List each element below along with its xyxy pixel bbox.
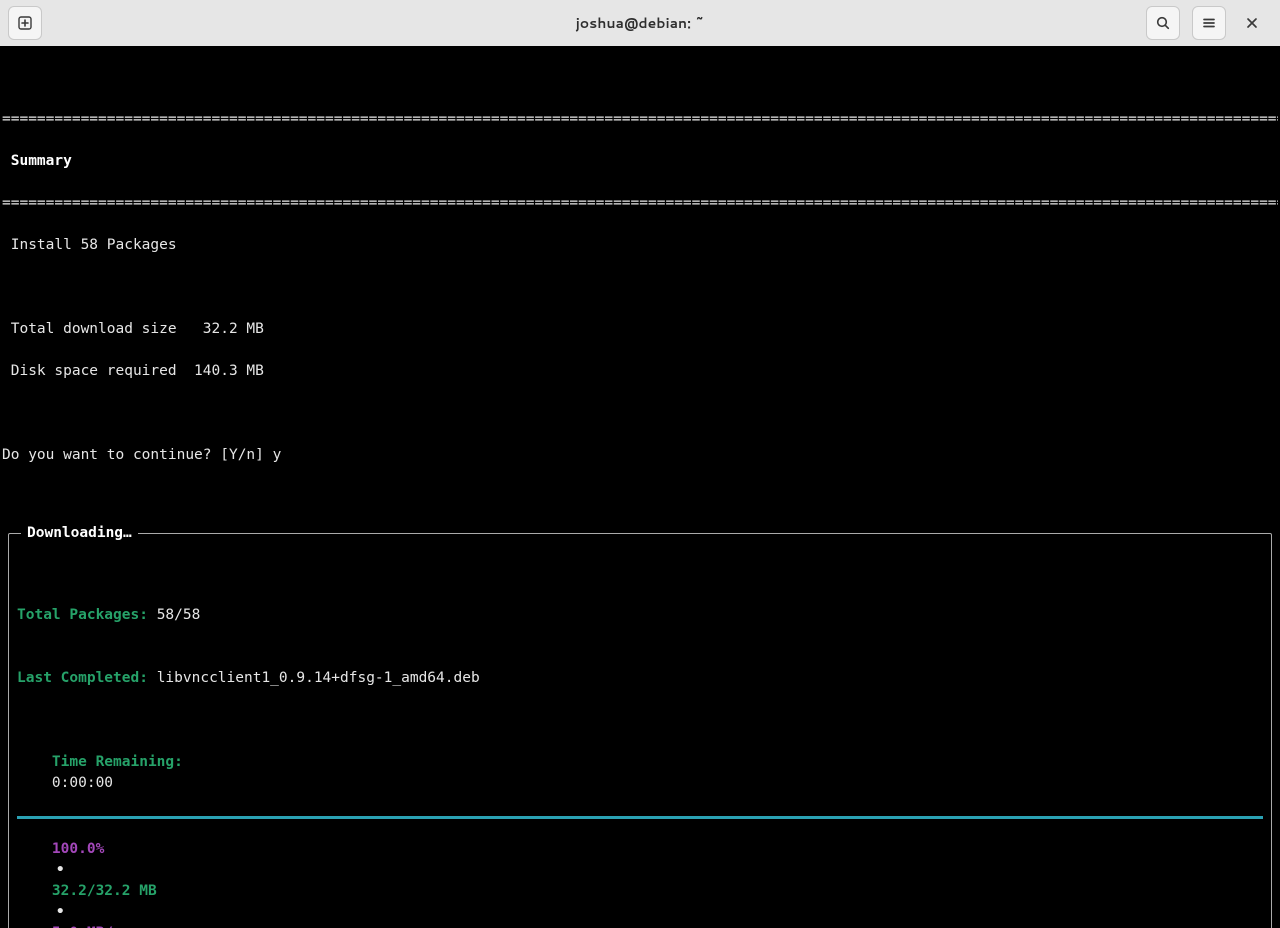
download-size: 32.2/32.2 MB: [52, 883, 157, 899]
new-tab-button[interactable]: [8, 6, 42, 40]
divider-line: ========================================…: [2, 193, 1278, 214]
window-titlebar: joshua@debian: ~: [0, 0, 1280, 46]
summary-heading: Summary: [2, 151, 1278, 172]
divider-line: ========================================…: [2, 109, 1278, 130]
menu-button[interactable]: [1192, 6, 1226, 40]
separator-dot: •: [52, 904, 69, 920]
hamburger-icon: [1201, 15, 1217, 31]
titlebar-right-group: [1146, 6, 1272, 40]
summary-disk-space: Disk space required 140.3 MB: [2, 361, 1278, 382]
blank-line: [2, 403, 1278, 424]
last-completed-line: Last Completed: libvncclient1_0.9.14+dfs…: [17, 668, 1263, 689]
blank-line: [2, 277, 1278, 298]
summary-install: Install 58 Packages: [2, 235, 1278, 256]
terminal-output[interactable]: ========================================…: [0, 46, 1280, 928]
search-icon: [1155, 15, 1171, 31]
summary-download-size: Total download size 32.2 MB: [2, 319, 1278, 340]
downloading-legend: Downloading…: [21, 523, 138, 544]
close-button[interactable]: [1238, 6, 1266, 40]
download-progress-line: Time Remaining: 0:00:00 100.0% • 32.2/32…: [17, 731, 1263, 928]
plus-icon: [17, 15, 33, 31]
separator-dot: •: [52, 862, 69, 878]
total-packages-label: Total Packages:: [17, 607, 148, 623]
close-icon: [1245, 16, 1259, 30]
time-remaining-value: 0:00:00: [52, 775, 113, 791]
confirm-prompt: Do you want to continue? [Y/n] y: [2, 445, 1278, 466]
last-completed-label: Last Completed:: [17, 670, 148, 686]
last-completed-value: libvncclient1_0.9.14+dfsg-1_amd64.deb: [157, 670, 480, 686]
download-progress-bar: [17, 816, 1263, 819]
window-title: joshua@debian: ~: [0, 13, 1280, 33]
download-percent: 100.0%: [52, 841, 104, 857]
total-packages-line: Total Packages: 58/58: [17, 605, 1263, 626]
search-button[interactable]: [1146, 6, 1180, 40]
downloading-panel: Downloading… Total Packages: 58/58 Last …: [8, 533, 1272, 928]
total-packages-value: 58/58: [157, 607, 201, 623]
time-remaining-label: Time Remaining:: [52, 754, 183, 770]
